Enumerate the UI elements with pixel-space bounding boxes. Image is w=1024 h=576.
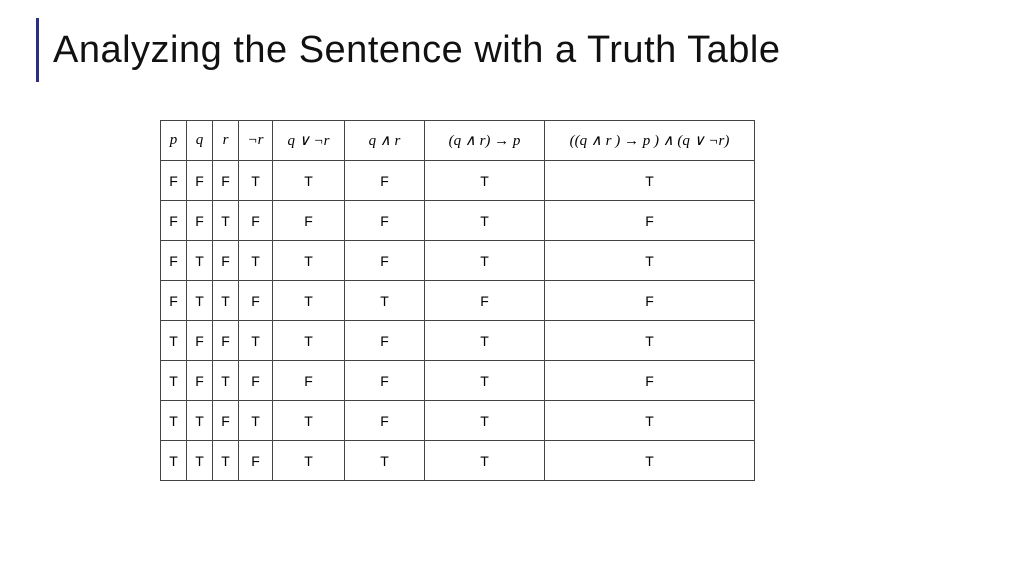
table-cell: T <box>425 321 545 361</box>
table-cell: T <box>425 241 545 281</box>
table-cell: F <box>161 281 187 321</box>
table-cell: T <box>213 201 239 241</box>
table-cell: F <box>345 401 425 441</box>
table-cell: F <box>187 361 213 401</box>
table-cell: T <box>187 281 213 321</box>
table-cell: F <box>187 201 213 241</box>
table-cell: T <box>273 241 345 281</box>
table-cell: F <box>213 161 239 201</box>
table-cell: F <box>345 201 425 241</box>
table-cell: T <box>239 321 273 361</box>
table-cell: F <box>239 361 273 401</box>
table-cell: F <box>239 281 273 321</box>
table-cell: F <box>545 281 755 321</box>
title-block: Analyzing the Sentence with a Truth Tabl… <box>36 18 780 82</box>
table-cell: F <box>213 241 239 281</box>
table-cell: T <box>425 201 545 241</box>
table-cell: T <box>425 361 545 401</box>
table-cell: T <box>273 161 345 201</box>
table-cell: F <box>345 361 425 401</box>
table-cell: F <box>273 361 345 401</box>
table-row: FTTFTTFF <box>161 281 755 321</box>
table-cell: T <box>273 281 345 321</box>
table-cell: T <box>425 401 545 441</box>
table-cell: T <box>239 241 273 281</box>
table-cell: T <box>187 441 213 481</box>
table-cell: F <box>187 321 213 361</box>
table-row: FTFTTFTT <box>161 241 755 281</box>
table-cell: T <box>187 241 213 281</box>
table-cell: T <box>545 161 755 201</box>
table-cell: T <box>239 401 273 441</box>
table-cell: T <box>425 161 545 201</box>
table-cell: F <box>345 241 425 281</box>
col-header-not-r: ¬r <box>239 121 273 161</box>
table-cell: T <box>345 281 425 321</box>
table-row: FFTFFFTF <box>161 201 755 241</box>
table-cell: T <box>273 441 345 481</box>
table-cell: F <box>239 201 273 241</box>
table-cell: F <box>545 361 755 401</box>
table-cell: T <box>161 441 187 481</box>
table-row: TFTFFFTF <box>161 361 755 401</box>
accent-bar <box>36 18 39 82</box>
table-cell: T <box>273 401 345 441</box>
col-header-implies: (q ∧ r) → p <box>425 121 545 161</box>
table-header-row: p q r ¬r q ∨ ¬r q ∧ r (q ∧ r) → p ((q ∧ … <box>161 121 755 161</box>
table-cell: T <box>161 401 187 441</box>
table-cell: F <box>545 201 755 241</box>
table-body: FFFTTFTTFFTFFFTFFTFTTFTTFTTFTTFFTFFTTFTT… <box>161 161 755 481</box>
col-header-r: r <box>213 121 239 161</box>
table-cell: T <box>545 321 755 361</box>
col-header-final: ((q ∧ r ) → p ) ∧ (q ∨ ¬r) <box>545 121 755 161</box>
table-cell: F <box>161 161 187 201</box>
table-cell: T <box>545 441 755 481</box>
table-cell: T <box>239 161 273 201</box>
table-cell: T <box>161 361 187 401</box>
table-cell: T <box>425 441 545 481</box>
table-cell: F <box>239 441 273 481</box>
table-cell: T <box>545 241 755 281</box>
table-row: TFFTTFTT <box>161 321 755 361</box>
table-cell: F <box>345 321 425 361</box>
table-cell: T <box>213 441 239 481</box>
table-cell: T <box>213 361 239 401</box>
table-row: TTTFTTTT <box>161 441 755 481</box>
page-title: Analyzing the Sentence with a Truth Tabl… <box>53 29 780 72</box>
table-cell: T <box>187 401 213 441</box>
table-cell: F <box>213 321 239 361</box>
truth-table-container: p q r ¬r q ∨ ¬r q ∧ r (q ∧ r) → p ((q ∧ … <box>160 120 755 481</box>
table-cell: F <box>187 161 213 201</box>
table-cell: T <box>213 281 239 321</box>
table-row: TTFTTFTT <box>161 401 755 441</box>
table-cell: T <box>161 321 187 361</box>
table-cell: F <box>425 281 545 321</box>
table-cell: T <box>345 441 425 481</box>
truth-table: p q r ¬r q ∨ ¬r q ∧ r (q ∧ r) → p ((q ∧ … <box>160 120 755 481</box>
col-header-p: p <box>161 121 187 161</box>
table-cell: T <box>545 401 755 441</box>
table-cell: F <box>213 401 239 441</box>
table-cell: F <box>345 161 425 201</box>
col-header-q: q <box>187 121 213 161</box>
col-header-q-and-r: q ∧ r <box>345 121 425 161</box>
table-cell: T <box>273 321 345 361</box>
table-row: FFFTTFTT <box>161 161 755 201</box>
table-cell: F <box>161 241 187 281</box>
table-cell: F <box>273 201 345 241</box>
table-cell: F <box>161 201 187 241</box>
col-header-q-or-not-r: q ∨ ¬r <box>273 121 345 161</box>
